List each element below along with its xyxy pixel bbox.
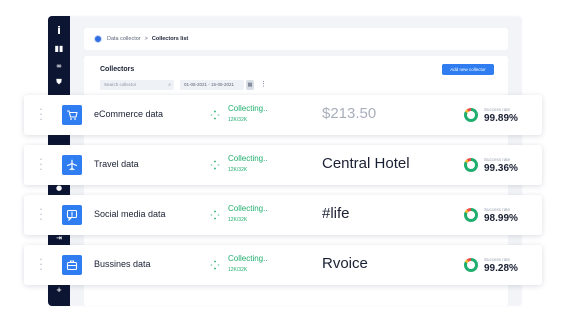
success-rate-value: 98.99% (484, 213, 518, 224)
success-rate-value: 99.36% (484, 163, 518, 174)
loading-spinner-icon (210, 160, 220, 170)
calendar-icon[interactable]: ▦ (246, 80, 254, 90)
page-title: Collectors (100, 66, 135, 73)
data-preview: Central Hotel (322, 155, 410, 172)
collection-progress: 12K/32K (228, 267, 248, 273)
collection-status: Collecting.. (228, 154, 268, 163)
breadcrumb-separator: > (144, 36, 148, 42)
success-rate-ring (464, 108, 478, 122)
success-rate-label: Success rate (484, 107, 511, 112)
shield-icon[interactable]: ⛊ (48, 78, 70, 87)
collection-progress: 12K/32K (228, 117, 248, 123)
drag-handle-icon[interactable]: · · · (38, 104, 44, 125)
success-rate-label: Success rate (484, 257, 511, 262)
collector-card[interactable]: · · · Bussines data Collecting.. 12K/32K R… (24, 245, 542, 285)
collection-status: Collecting.. (228, 204, 268, 213)
collector-name: eCommerce data (94, 109, 164, 119)
airplane-icon (62, 155, 82, 175)
search-placeholder: Search collector (104, 82, 137, 87)
add-collector-button[interactable]: Add new collector (442, 64, 494, 75)
cart-icon (62, 105, 82, 125)
success-rate-ring (464, 258, 478, 272)
plus-icon[interactable]: + (48, 286, 70, 294)
collector-card[interactable]: · · · Travel data Collecting.. 12K/32K Cen… (24, 145, 542, 185)
share-icon[interactable]: ⇥ (48, 234, 70, 242)
more-options-icon[interactable]: ⋮ (260, 80, 267, 90)
breadcrumb-current: Collectors list (151, 36, 189, 42)
success-rate-ring (464, 158, 478, 172)
breadcrumb-root[interactable]: Data collector (107, 36, 141, 42)
stage: i ▮▮ ∞ ⛊ ● ⇥ + Data collector > Collecto… (0, 0, 570, 336)
briefcase-icon (62, 255, 82, 275)
collection-status: Collecting.. (228, 104, 268, 113)
chat-icon (62, 205, 82, 225)
link-icon[interactable]: ∞ (48, 62, 70, 70)
success-rate-value: 99.28% (484, 263, 518, 274)
success-rate-value: 99.89% (484, 113, 518, 124)
search-input[interactable]: Search collector ⌕ (100, 80, 174, 90)
loading-spinner-icon (210, 110, 220, 120)
collector-card[interactable]: · · · eCommerce data Collecting.. 12K/32K … (24, 95, 542, 135)
breadcrumb: Data collector > Collectors list (84, 28, 508, 50)
collector-name: Travel data (94, 159, 139, 169)
collection-progress: 12K/32K (228, 167, 248, 173)
data-collector-logo-icon (94, 35, 102, 43)
collection-progress: 12K/32K (228, 217, 248, 223)
clock-icon[interactable]: ● (48, 184, 70, 192)
search-icon: ⌕ (168, 82, 171, 88)
data-preview: Rvoice (322, 255, 368, 272)
success-rate-ring (464, 208, 478, 222)
info-icon[interactable]: i (48, 24, 70, 37)
collection-status: Collecting.. (228, 254, 268, 263)
collector-card[interactable]: · · · Social media data Collecting.. 12K/3… (24, 195, 542, 235)
date-range-field[interactable]: 01-05-2021 - 15-05-2021 (180, 80, 244, 90)
drag-handle-icon[interactable]: · · · (38, 254, 44, 275)
data-preview: #life (322, 205, 350, 222)
loading-spinner-icon (210, 210, 220, 220)
bar-chart-icon[interactable]: ▮▮ (48, 44, 70, 53)
loading-spinner-icon (210, 260, 220, 270)
drag-handle-icon[interactable]: · · · (38, 154, 44, 175)
collector-name: Bussines data (94, 259, 151, 269)
success-rate-label: Success rate (484, 157, 511, 162)
drag-handle-icon[interactable]: · · · (38, 204, 44, 225)
success-rate-label: Success rate (484, 207, 511, 212)
collector-name: Social media data (94, 209, 166, 219)
data-preview: $213.50 (322, 105, 377, 122)
